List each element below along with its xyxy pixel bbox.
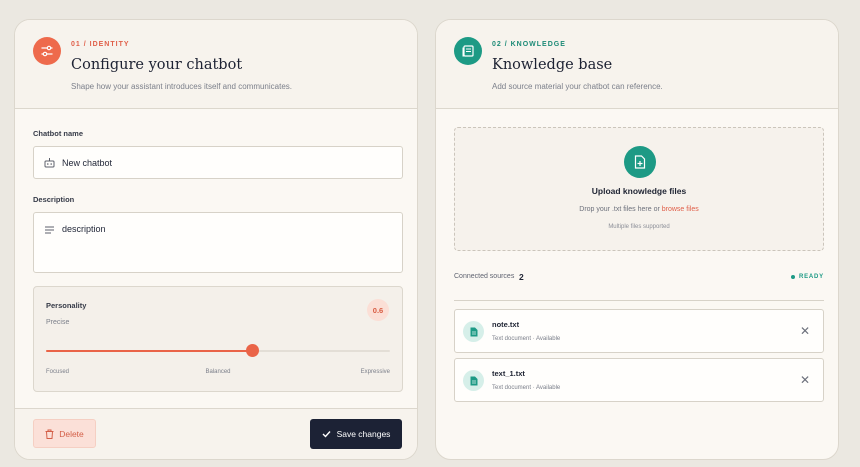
identity-eyebrow: 01 / IDENTITY bbox=[71, 41, 130, 48]
personality-panel: Personality Precise 0.6 Focused Balanced… bbox=[33, 286, 403, 392]
upload-hint-text: Drop your .txt files here or bbox=[579, 206, 660, 213]
description-value: description bbox=[62, 224, 106, 234]
file-name: note.txt bbox=[492, 320, 520, 329]
personality-value-badge: 0.6 bbox=[367, 299, 389, 321]
save-changes-label: Save changes bbox=[336, 429, 391, 439]
description-textarea[interactable]: description bbox=[33, 212, 403, 273]
upload-hint: Drop your .txt files here or browse file… bbox=[455, 206, 823, 213]
knowledge-header: 02 / KNOWLEDGE Knowledge base Add source… bbox=[436, 20, 838, 109]
slider-thumb[interactable] bbox=[245, 344, 259, 357]
knowledge-eyebrow: 02 / KNOWLEDGE bbox=[492, 41, 566, 48]
identity-subtitle: Shape how your assistant introduces itse… bbox=[71, 82, 293, 91]
book-icon bbox=[454, 37, 482, 65]
delete-label: Delete bbox=[59, 428, 84, 439]
identity-footer: Delete Save changes bbox=[15, 408, 417, 459]
file-upload-icon bbox=[624, 146, 656, 178]
upload-dropzone[interactable]: Upload knowledge files Drop your .txt fi… bbox=[454, 127, 824, 251]
connected-sources-row: Connected sources 2 READY bbox=[454, 272, 824, 284]
knowledge-subtitle: Add source material your chatbot can ref… bbox=[492, 82, 663, 91]
chatbot-name-input[interactable]: New chatbot bbox=[33, 146, 403, 179]
file-item: text_1.txt Text document · Available ✕ bbox=[454, 358, 824, 402]
tick-expressive: Expressive bbox=[360, 369, 390, 375]
file-meta: Text document · Available bbox=[492, 336, 561, 342]
document-icon bbox=[463, 370, 484, 391]
ready-status: READY bbox=[790, 274, 824, 280]
identity-title: Configure your chatbot bbox=[71, 57, 243, 73]
remove-file-icon[interactable]: ✕ bbox=[799, 324, 811, 338]
sliders-icon bbox=[33, 37, 61, 65]
browse-files-link[interactable]: browse files bbox=[662, 206, 699, 213]
connected-sources-label: Connected sources bbox=[454, 273, 515, 280]
upload-note: Multiple files supported bbox=[608, 224, 670, 230]
bot-icon bbox=[44, 157, 55, 168]
check-icon bbox=[322, 430, 331, 438]
slider-fill bbox=[46, 350, 253, 352]
remove-file-icon[interactable]: ✕ bbox=[799, 373, 811, 387]
upload-title: Upload knowledge files bbox=[591, 186, 687, 196]
status-dot-icon bbox=[790, 275, 795, 279]
identity-header: 01 / IDENTITY Configure your chatbot Sha… bbox=[15, 20, 417, 109]
identity-card: 01 / IDENTITY Configure your chatbot Sha… bbox=[14, 19, 418, 460]
personality-slider[interactable] bbox=[46, 344, 390, 357]
description-label: Description bbox=[33, 195, 75, 204]
lines-icon bbox=[44, 225, 55, 234]
personality-label: Personality bbox=[46, 301, 87, 310]
chatbot-name-value: New chatbot bbox=[62, 158, 113, 168]
file-name: text_1.txt bbox=[492, 369, 525, 378]
save-changes-button[interactable]: Save changes bbox=[310, 419, 402, 449]
ready-status-label: READY bbox=[798, 274, 824, 280]
sources-divider bbox=[454, 300, 824, 301]
knowledge-card: 02 / KNOWLEDGE Knowledge base Add source… bbox=[435, 19, 839, 460]
connected-sources-count: 2 bbox=[519, 272, 524, 282]
file-item: note.txt Text document · Available ✕ bbox=[454, 309, 824, 353]
chatbot-name-label: Chatbot name bbox=[33, 129, 84, 138]
knowledge-title: Knowledge base bbox=[492, 57, 613, 73]
file-meta: Text document · Available bbox=[492, 385, 561, 391]
tick-balanced: Balanced bbox=[205, 369, 231, 375]
trash-icon bbox=[45, 429, 54, 439]
document-icon bbox=[463, 321, 484, 342]
personality-value-label: Precise bbox=[46, 319, 70, 326]
delete-button[interactable]: Delete bbox=[33, 419, 96, 448]
